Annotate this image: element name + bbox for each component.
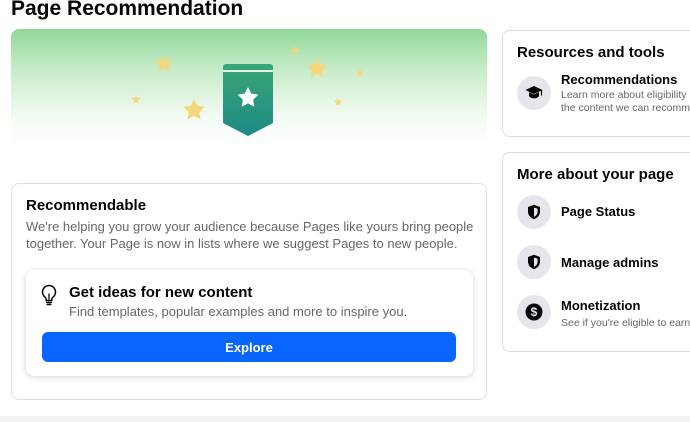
star-icon bbox=[290, 46, 300, 55]
resource-item-description-line: Learn more about eligibility bbox=[561, 89, 687, 101]
recommendable-title: Recommendable bbox=[26, 197, 147, 214]
dollar-icon: $ bbox=[517, 295, 551, 329]
resource-item-description: Learn more about eligibility the content… bbox=[561, 89, 690, 115]
resources-tools-card: Resources and tools Recommendations Lear… bbox=[502, 30, 690, 137]
recommendable-description: We're helping you grow your audience bec… bbox=[26, 218, 476, 252]
shield-icon bbox=[517, 245, 551, 279]
star-icon bbox=[306, 58, 328, 78]
explore-button[interactable]: Explore bbox=[42, 332, 456, 362]
more-item-label: Page Status bbox=[561, 204, 636, 219]
more-about-page-title: More about your page bbox=[517, 166, 674, 183]
content-ideas-card: Get ideas for new content Find templates… bbox=[26, 270, 473, 376]
svg-text:$: $ bbox=[531, 305, 538, 319]
page-title: Page Recommendation bbox=[11, 0, 244, 20]
content-ideas-title: Get ideas for new content bbox=[69, 284, 253, 301]
page-footer-strip bbox=[0, 416, 690, 422]
star-icon bbox=[155, 55, 173, 72]
star-icon bbox=[334, 98, 342, 106]
more-item-label: Monetization bbox=[561, 298, 641, 313]
recommendable-description-line: We're helping you grow your audience bec… bbox=[26, 219, 474, 234]
graduation-cap-icon bbox=[517, 76, 551, 110]
recommendable-card: Recommendable We're helping you grow you… bbox=[11, 183, 487, 400]
more-about-page-card: More about your page Page Status Manage … bbox=[502, 152, 690, 352]
lightbulb-icon bbox=[41, 284, 57, 306]
banner-illustration bbox=[131, 46, 364, 136]
recommendable-description-line: together. Your Page is now in lists wher… bbox=[26, 236, 458, 251]
resource-item-description-line: the content we can recomm bbox=[561, 102, 690, 114]
resource-item-label: Recommendations bbox=[561, 72, 678, 87]
recommendation-banner bbox=[11, 29, 487, 147]
star-icon bbox=[131, 95, 141, 104]
shield-icon bbox=[517, 195, 551, 229]
star-icon bbox=[356, 69, 364, 77]
badge-icon bbox=[223, 64, 273, 136]
more-item-label: Manage admins bbox=[561, 255, 659, 270]
content-ideas-description: Find templates, popular examples and mor… bbox=[69, 304, 408, 319]
star-icon bbox=[183, 99, 205, 120]
resources-tools-title: Resources and tools bbox=[517, 44, 665, 61]
more-item-description: See if you're eligible to earn bbox=[561, 317, 690, 329]
